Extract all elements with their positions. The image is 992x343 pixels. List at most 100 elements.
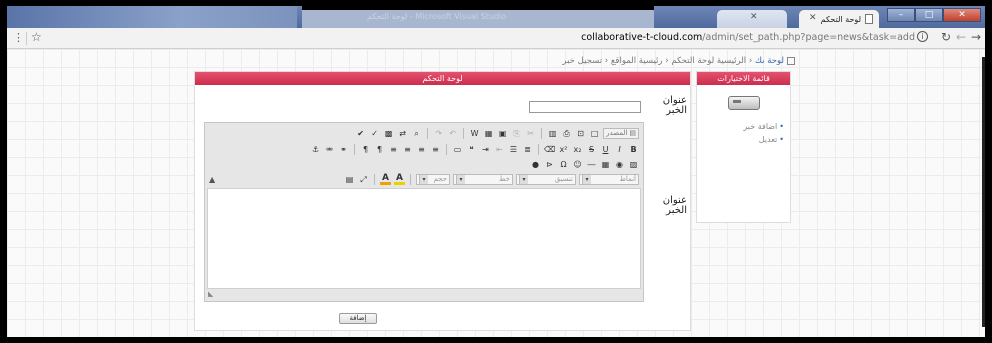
scrollbar[interactable] (982, 57, 985, 327)
text-color-icon[interactable]: A (394, 173, 405, 185)
breadcrumb-home-link[interactable]: لوحة ٮك (755, 56, 784, 66)
editor-content-area[interactable] (207, 188, 641, 289)
toolbar-separator (427, 127, 429, 139)
superscript-icon[interactable]: x² (558, 144, 569, 155)
justify-icon[interactable]: ≡ (388, 144, 399, 155)
forward-icon[interactable]: ← (956, 30, 966, 44)
rtl-icon[interactable]: ¶ (360, 144, 371, 155)
tab-control-panel[interactable]: ✕ لوحة التحكم (799, 10, 879, 28)
bookmark-star-icon[interactable]: ☆ (31, 30, 42, 44)
remove-format-icon[interactable]: ⌫ (544, 144, 555, 155)
chevron-down-icon: ▾ (519, 174, 528, 184)
paste-icon[interactable]: ▣ (497, 128, 508, 139)
tab-strip-shade (7, 6, 297, 28)
close-icon[interactable]: ✕ (750, 12, 758, 22)
info-icon[interactable]: i (917, 31, 928, 42)
special-char-icon[interactable]: Ω (558, 159, 569, 170)
rich-text-editor: المصدر ▤ □ ⊡ ⎙ ▥ ✂ ⎘ ▣ ▦ W ↶ ↷ ⌕ ⇄ ▩ ✓ ✔… (204, 122, 644, 302)
smiley-icon[interactable]: ☺ (572, 159, 583, 170)
format-select[interactable]: ▾ تنسيق (516, 173, 576, 185)
copy-icon[interactable]: ⎘ (511, 128, 522, 139)
outdent-icon[interactable]: ⇤ (494, 144, 505, 155)
sidebar-item-label: تعديل (758, 135, 778, 144)
close-icon[interactable]: ✕ (809, 13, 817, 23)
styles-select[interactable]: ▾ أنماط (579, 173, 639, 185)
preview-icon[interactable]: ⊡ (575, 128, 586, 139)
back-icon[interactable]: → (971, 30, 981, 44)
unlink-icon[interactable]: ⚮ (324, 144, 335, 155)
toolbar-collapse-icon[interactable]: ▲ (209, 175, 215, 184)
main-panel: لوحة التحكم عنوان الخبر عنوان الخبر المص… (194, 71, 691, 331)
home-icon[interactable] (787, 56, 795, 65)
horizontal-rule-icon[interactable]: ― (586, 159, 597, 170)
styles-label: أنماط (619, 175, 636, 183)
tab-label: لوحة التحكم (820, 14, 861, 24)
align-center-icon[interactable]: ≡ (416, 144, 427, 155)
address-bar: ⋮ ☆ collaborative-t-cloud.com/admin/set_… (7, 28, 985, 49)
print-icon[interactable]: ⎙ (561, 128, 572, 139)
url-host: collaborative-t-cloud.com (581, 32, 703, 43)
sidebar-header: قائمة الاختيارات (697, 72, 790, 85)
tab-secondary[interactable]: ✕ (717, 10, 787, 28)
align-left-icon[interactable]: ≡ (430, 144, 441, 155)
menu-icon[interactable]: ⋮ (13, 31, 24, 44)
bold-icon[interactable]: B (628, 144, 639, 155)
news-title-input[interactable] (529, 101, 641, 113)
numbered-list-icon[interactable]: ≣ (522, 144, 533, 155)
image-icon[interactable]: ▨ (628, 159, 639, 170)
format-label: تنسيق (554, 175, 573, 183)
reload-icon[interactable]: ↻ (941, 30, 951, 44)
ltr-icon[interactable]: ¶ (374, 144, 385, 155)
redo-icon[interactable]: ↷ (433, 128, 444, 139)
link-icon[interactable]: ⚭ (338, 144, 349, 155)
page-break-icon[interactable]: ⊳ (544, 159, 555, 170)
spellcheck-icon[interactable]: ✓ (369, 128, 380, 139)
blockquote-icon[interactable]: ❝ (466, 144, 477, 155)
undo-icon[interactable]: ↶ (447, 128, 458, 139)
scayt-icon[interactable]: ✔ (355, 128, 366, 139)
strike-icon[interactable]: S (586, 144, 597, 155)
sidebar-item-edit[interactable]: •تعديل (743, 135, 784, 144)
bg-color-icon[interactable]: A (380, 173, 391, 185)
maximize-icon[interactable]: ⤢ (358, 174, 369, 185)
breadcrumb: لوحة ٮك ‹ الرئيسية لوحة التحكم ‹ رئيسية … (562, 56, 795, 66)
size-label: حجم (433, 175, 447, 183)
cut-icon[interactable]: ✂ (525, 128, 536, 139)
drive-icon (728, 96, 760, 110)
minimize-button[interactable]: – (887, 8, 915, 22)
font-select[interactable]: ▾ خط (453, 173, 513, 185)
paste-text-icon[interactable]: ▦ (483, 128, 494, 139)
replace-icon[interactable]: ⇄ (397, 128, 408, 139)
find-icon[interactable]: ⌕ (411, 128, 422, 139)
italic-icon[interactable]: I (614, 144, 625, 155)
subscript-icon[interactable]: x₂ (572, 144, 583, 155)
select-all-icon[interactable]: ▩ (383, 128, 394, 139)
url-field[interactable]: collaborative-t-cloud.com/admin/set_path… (581, 32, 915, 43)
new-page-icon[interactable]: □ (589, 128, 600, 139)
paste-word-icon[interactable]: W (469, 128, 480, 139)
size-select[interactable]: ▾ حجم (416, 173, 450, 185)
show-blocks-icon[interactable]: ▤ (344, 174, 355, 185)
div-icon[interactable]: ▭ (452, 144, 463, 155)
iframe-icon[interactable]: ● (530, 159, 541, 170)
source-button[interactable]: المصدر ▤ (603, 127, 639, 139)
align-right-icon[interactable]: ≡ (402, 144, 413, 155)
resize-grip-icon[interactable]: ◣ (208, 290, 213, 298)
maximize-button[interactable]: □ (915, 8, 943, 22)
add-news-button[interactable]: إضافة (339, 313, 377, 324)
close-window-button[interactable]: ✕ (943, 8, 981, 22)
sidebar-item-add-news[interactable]: •اضافة خبر (743, 122, 784, 131)
font-label: خط (499, 175, 510, 183)
indent-icon[interactable]: ⇥ (480, 144, 491, 155)
breadcrumb-trail: الرئيسية لوحة التحكم ‹ رئيسية المواقع ‹ … (562, 56, 747, 66)
toolbar-separator (541, 127, 543, 139)
sidebar: قائمة الاختيارات •اضافة خبر •تعديل (696, 71, 791, 223)
address-separator (26, 32, 27, 45)
anchor-icon[interactable]: ⚓ (310, 144, 321, 155)
templates-icon[interactable]: ▥ (547, 128, 558, 139)
panel-header: لوحة التحكم (195, 72, 690, 85)
table-icon[interactable]: ▦ (600, 159, 611, 170)
flash-icon[interactable]: ◉ (614, 159, 625, 170)
bulleted-list-icon[interactable]: ☰ (508, 144, 519, 155)
underline-icon[interactable]: U (600, 144, 611, 155)
